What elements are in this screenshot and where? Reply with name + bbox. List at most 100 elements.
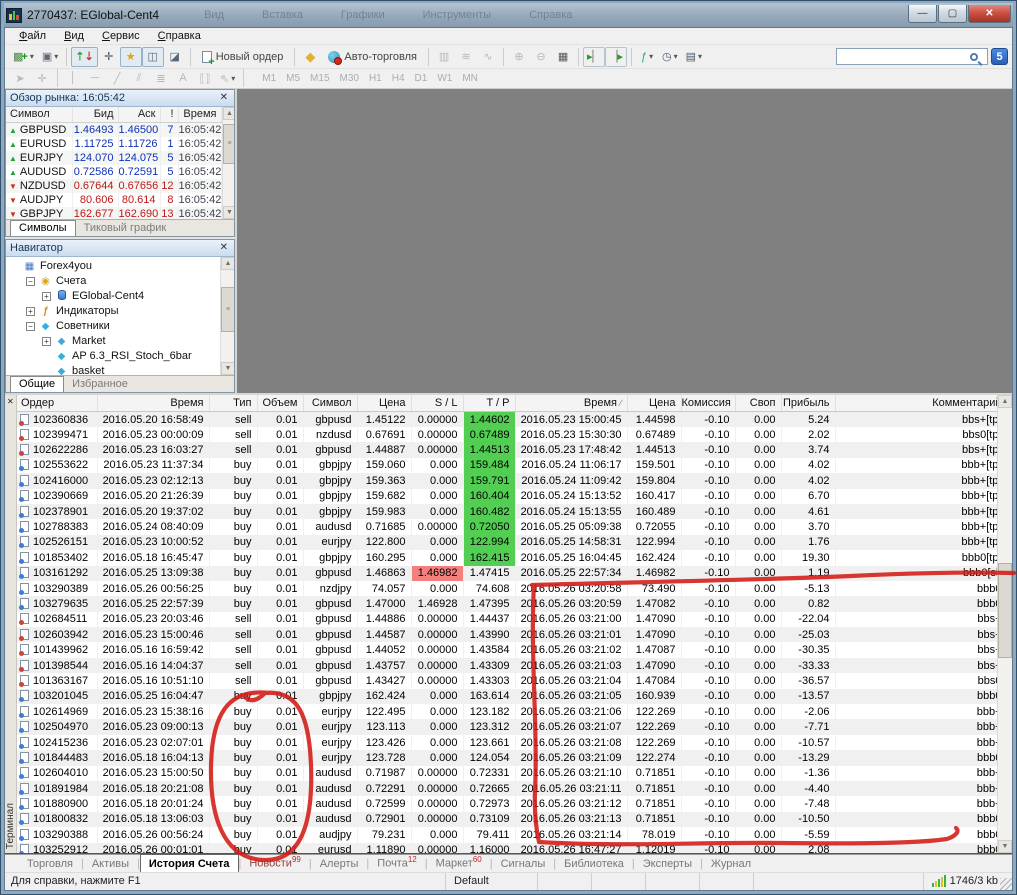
column-header-Комиссия[interactable]: Комиссия (681, 395, 735, 412)
tree-item-AP 6.3_RSI_Stoch_6bar[interactable]: ◆AP 6.3_RSI_Stoch_6bar (6, 349, 220, 364)
history-row-101880900[interactable]: 1018809002016.05.18 20:01:24buy0.01audus… (17, 796, 997, 811)
column-header-Прибыль[interactable]: Прибыль (781, 395, 835, 412)
timeframe-button-H4[interactable]: H4 (392, 73, 405, 84)
history-row-102416000[interactable]: 1024160002016.05.23 02:12:13buy0.01gbpjp… (17, 473, 997, 488)
tree-item-EGlobal-Cent4[interactable]: +EGlobal-Cent4 (6, 289, 220, 304)
timeframe-button-M1[interactable]: M1 (262, 73, 276, 84)
history-row-102603942[interactable]: 1026039422016.05.23 15:00:46sell0.01gbpu… (17, 627, 997, 642)
scroll-down-icon[interactable]: ▼ (221, 362, 234, 375)
strategy-tester-button[interactable]: ◪ (164, 47, 186, 67)
collapse-minus-icon[interactable]: − (26, 322, 35, 331)
market-watch-row-EURUSD[interactable]: ▲EURUSD1.117251.11726116:05:42 (6, 137, 221, 151)
column-header-Время[interactable]: Время (97, 395, 209, 412)
tree-item-Советники[interactable]: −◆Советники (6, 319, 220, 334)
terminal-tab-Журнал[interactable]: Журнал (703, 857, 759, 872)
timeframe-button-H1[interactable]: H1 (369, 73, 382, 84)
vertical-line-button[interactable]: │ (62, 68, 84, 88)
expand-plus-icon[interactable]: + (42, 337, 51, 346)
terminal-tab-Эксперты[interactable]: Эксперты (635, 857, 700, 872)
history-row-102360836[interactable]: 1023608362016.05.20 16:58:49sell0.01gbpu… (17, 412, 997, 427)
text-button[interactable]: A (172, 68, 194, 88)
history-row-102622286[interactable]: 1026222862016.05.23 16:03:27sell0.01gbpu… (17, 442, 997, 457)
menu-item-Сервис[interactable]: Сервис (94, 29, 148, 43)
tree-item-Market[interactable]: +◆Market (6, 334, 220, 349)
column-header[interactable]: Время (178, 107, 221, 123)
chart-shift-button[interactable]: ▸▏ (583, 47, 605, 67)
data-window-button[interactable]: ✛ (98, 47, 120, 67)
horizontal-line-button[interactable]: ─ (84, 68, 106, 88)
channel-button[interactable]: ⫽ (128, 68, 150, 88)
new-chart-button[interactable]: ▩+▾ (9, 47, 38, 67)
column-header-Своп[interactable]: Своп (735, 395, 781, 412)
market-watch-row-GBPUSD[interactable]: ▲GBPUSD1.464931.46500716:05:42 (6, 123, 221, 137)
new-order-button[interactable]: + Новый ордер (195, 47, 291, 67)
tree-item-Счета[interactable]: −◉Счета (6, 274, 220, 289)
tile-windows-button[interactable]: ▦ (552, 47, 574, 67)
column-header-Комментарий[interactable]: Комментарий (835, 395, 997, 412)
minimize-button[interactable]: — (908, 5, 937, 23)
timeframe-button-W1[interactable]: W1 (437, 73, 452, 84)
menu-item-Вид[interactable]: Вид (56, 29, 92, 43)
line-chart-button[interactable]: ∿ (477, 47, 499, 67)
terminal-tab-Алерты[interactable]: Алерты (312, 857, 367, 872)
history-row-102378901[interactable]: 1023789012016.05.20 19:37:02buy0.01gbpjp… (17, 504, 997, 519)
bar-chart-button[interactable]: ▥ (433, 47, 455, 67)
history-row-101844483[interactable]: 1018444832016.05.18 16:04:13buy0.01eurjp… (17, 750, 997, 765)
market-watch-tab-Символы[interactable]: Символы (10, 220, 76, 236)
scrollbar-thumb[interactable]: ≡ (221, 287, 234, 332)
market-watch-row-NZDUSD[interactable]: ▼NZDUSD0.676440.676561216:05:42 (6, 179, 221, 193)
zoom-out-button[interactable]: ⊖ (530, 47, 552, 67)
scrollbar-thumb[interactable] (998, 563, 1012, 658)
history-row-102399471[interactable]: 1023994712016.05.23 00:00:09sell0.01nzdu… (17, 427, 997, 442)
expand-plus-icon[interactable]: + (26, 307, 35, 316)
market-watch-row-EURJPY[interactable]: ▲EURJPY124.070124.075516:05:42 (6, 151, 221, 165)
timeframe-button-M5[interactable]: M5 (286, 73, 300, 84)
column-header-Цена[interactable]: Цена (357, 395, 411, 412)
history-row-101891984[interactable]: 1018919842016.05.18 20:21:08buy0.01audus… (17, 781, 997, 796)
navigator-tab-Избранное[interactable]: Избранное (64, 377, 136, 392)
maximize-button[interactable]: ▢ (938, 5, 967, 23)
history-row-102684511[interactable]: 1026845112016.05.23 20:03:46sell0.01gbpu… (17, 612, 997, 627)
history-row-101853402[interactable]: 1018534022016.05.18 16:45:47buy0.01gbpjp… (17, 550, 997, 565)
history-row-102526151[interactable]: 1025261512016.05.23 10:00:52buy0.01eurjp… (17, 535, 997, 550)
column-header-Ордер[interactable]: Ордер (17, 395, 97, 412)
terminal-tab-Торговля[interactable]: Торговля (19, 857, 81, 872)
terminal-tab-История Счета[interactable]: История Счета (140, 854, 239, 872)
history-row-103279635[interactable]: 1032796352016.05.25 22:57:39buy0.01gbpus… (17, 596, 997, 611)
navigator-tab-Общие[interactable]: Общие (10, 376, 64, 392)
history-row-102614969[interactable]: 1026149692016.05.23 15:38:16buy0.01eurjp… (17, 704, 997, 719)
history-row-103252912[interactable]: 1032529122016.05.26 00:01:01buy0.01eurus… (17, 843, 997, 853)
search-icon[interactable] (970, 53, 978, 61)
crosshair-button[interactable]: ✛ (31, 68, 53, 88)
close-icon[interactable]: ✕ (218, 242, 230, 253)
column-header-Цена[interactable]: Цена (627, 395, 681, 412)
scroll-up-icon[interactable]: ▲ (221, 257, 234, 270)
fibonacci-button[interactable]: ≣ (150, 68, 172, 88)
periods-button[interactable]: ◷▾ (658, 47, 682, 67)
history-row-102390669[interactable]: 1023906692016.05.20 21:26:39buy0.01gbpjp… (17, 489, 997, 504)
terminal-tab-Маркет[interactable]: Маркет60 (428, 854, 490, 872)
history-row-102788383[interactable]: 1027883832016.05.24 08:40:09buy0.01audus… (17, 519, 997, 534)
history-row-103290389[interactable]: 1032903892016.05.26 00:56:25buy0.01nzdjp… (17, 581, 997, 596)
auto-scroll-button[interactable]: ▕▸ (605, 47, 627, 67)
expand-plus-icon[interactable]: + (42, 292, 51, 301)
cursor-button[interactable]: ➤ (9, 68, 31, 88)
timeframe-button-D1[interactable]: D1 (415, 73, 428, 84)
column-header-Объем[interactable]: Объем (257, 395, 303, 412)
timeframe-button-MN[interactable]: MN (462, 73, 478, 84)
history-row-102553622[interactable]: 1025536222016.05.23 11:37:34buy0.01gbpjp… (17, 458, 997, 473)
navigator-scrollbar[interactable]: ▲ ≡ ▼ (220, 257, 234, 375)
timeframe-button-M30[interactable]: M30 (340, 73, 359, 84)
terminal-toggle-button[interactable]: ◫ (142, 47, 164, 67)
tree-item-Forex4you[interactable]: ▦Forex4you (6, 259, 220, 274)
scrollbar-thumb[interactable]: ≡ (223, 124, 235, 164)
history-row-102604010[interactable]: 1026040102016.05.23 15:00:50buy0.01audus… (17, 766, 997, 781)
terminal-tab-Активы[interactable]: Активы (84, 857, 137, 872)
candlestick-chart-button[interactable]: ≋ (455, 47, 477, 67)
column-header[interactable]: ! (160, 107, 178, 123)
tree-item-Индикаторы[interactable]: +ƒИндикаторы (6, 304, 220, 319)
profiles-button[interactable]: ▣▾ (38, 47, 62, 67)
history-row-101398544[interactable]: 1013985442016.05.16 14:04:37sell0.01gbpu… (17, 658, 997, 673)
scroll-down-icon[interactable]: ▼ (998, 840, 1012, 853)
tree-item-basket[interactable]: ◆basket (6, 364, 220, 375)
